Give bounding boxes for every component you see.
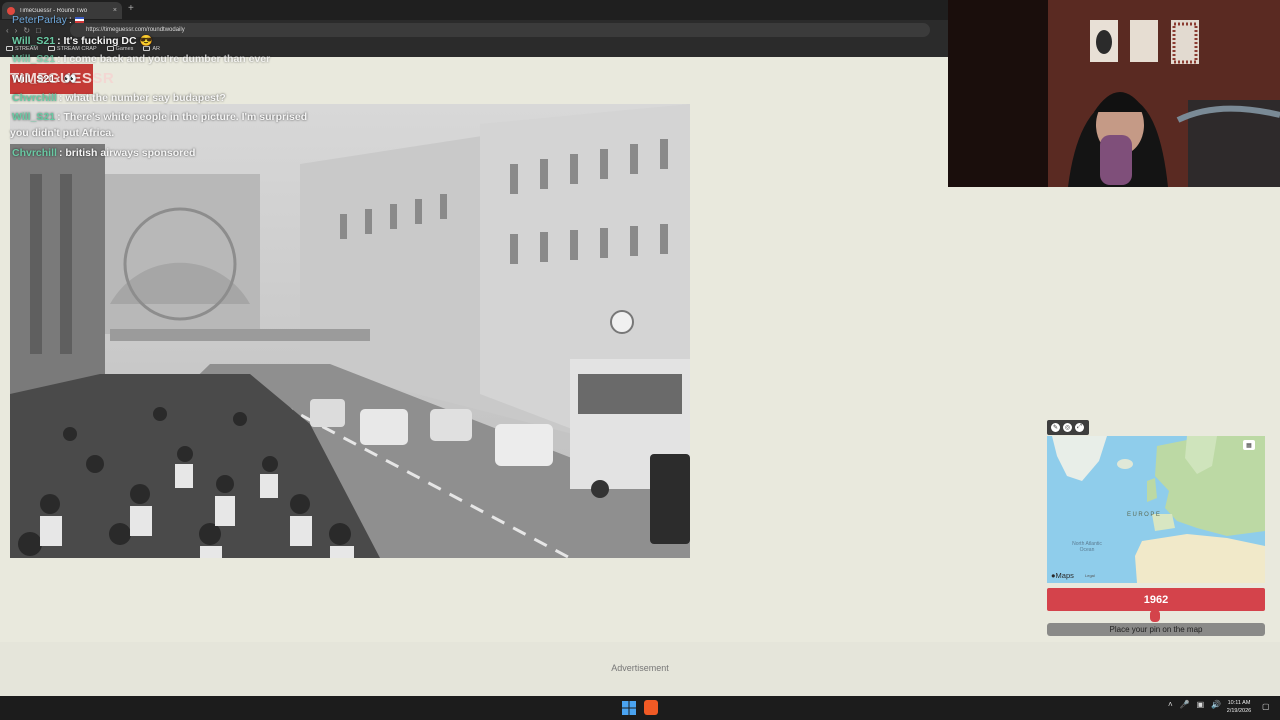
chat-username: Will_S21 xyxy=(12,111,56,123)
maps-brand: ●Maps xyxy=(1051,571,1074,580)
display-icon[interactable]: ▣ xyxy=(1197,700,1205,709)
maps-brand-label: Maps xyxy=(1055,571,1074,580)
chat-message: Will_S21: I come back and you're dumber … xyxy=(12,53,270,65)
bookmark-label: AR xyxy=(152,45,161,52)
map-legal-link[interactable]: Legal xyxy=(1085,573,1095,578)
fullscreen-icon[interactable]: ⤢ xyxy=(1075,423,1084,432)
chat-text: : xyxy=(68,14,72,26)
chat-message: PeterParlay: xyxy=(12,14,84,26)
year-display: 1962 xyxy=(1047,588,1265,611)
clock-date: 2/19/2026 xyxy=(1226,708,1252,714)
tab-close-icon[interactable]: × xyxy=(113,7,117,14)
chat-username: PeterParlay xyxy=(12,14,67,26)
target-icon[interactable]: ◎ xyxy=(1063,423,1072,432)
round-photo xyxy=(10,104,690,558)
chat-username: Chvrchill xyxy=(12,147,57,159)
chat-text: : 👀 xyxy=(57,73,77,85)
chat-username: Will_S21 xyxy=(12,53,56,65)
os-taskbar xyxy=(0,696,1280,720)
map-toolbar: ✎ ◎ ⤢ xyxy=(1047,420,1089,435)
chat-username: Chvrchill xyxy=(12,92,57,104)
ad-label: Advertisement xyxy=(611,663,669,673)
chevron-up-icon[interactable]: ˄ xyxy=(1168,700,1173,709)
map-region-label: EUROPE xyxy=(1127,512,1162,518)
chat-message: you didn't put Africa. xyxy=(10,127,114,139)
chat-message: Will_S21: 👀 xyxy=(12,72,77,85)
chat-text: : british airways sponsored xyxy=(58,147,196,159)
browser-tabbar: TimeGuessr - Round Two × + xyxy=(0,0,948,20)
chat-message: Chvrchill: what the number say budapest? xyxy=(12,92,226,104)
chat-text: : what the number say budapest? xyxy=(58,92,226,104)
map-ocean-label: North Atlantic Ocean xyxy=(1072,541,1102,553)
place-pin-button[interactable]: Place your pin on the map xyxy=(1047,623,1265,636)
chat-text: you didn't put Africa. xyxy=(10,127,115,139)
brave-browser-icon[interactable] xyxy=(644,700,658,715)
chat-message: Will_S21: There's white people in the pi… xyxy=(12,111,307,123)
back-icon[interactable]: ‹ xyxy=(6,26,9,35)
chat-text: : There's white people in the picture. I… xyxy=(57,111,308,123)
clock-time: 10:11 AM xyxy=(1227,700,1251,706)
taskbar-clock[interactable]: 10:11 AM 2/19/2026 xyxy=(1223,699,1255,715)
chat-text: : I come back and you're dumber than eve… xyxy=(57,53,271,65)
volume-icon[interactable]: 🔊 xyxy=(1211,700,1221,709)
webcam-feed xyxy=(948,0,1280,187)
url-field[interactable]: https://timeguessr.com/roundtwodaily xyxy=(70,23,930,37)
chat-username: Will_S21 xyxy=(12,35,56,47)
flag-icon xyxy=(74,17,84,24)
windows-start-icon[interactable] xyxy=(622,701,636,715)
year-slider-thumb[interactable] xyxy=(1150,610,1160,622)
system-tray: ˄ 🎤 ▣ 🔊 xyxy=(1168,700,1221,709)
chat-message: Chvrchill: british airways sponsored xyxy=(12,147,195,159)
chat-message: Will_S21: It's fucking DC 😎 xyxy=(12,34,153,47)
chat-username: Will_S21 xyxy=(12,73,56,85)
layers-icon[interactable]: ▦ xyxy=(1243,440,1255,450)
new-tab-button[interactable]: + xyxy=(128,3,134,14)
chat-text: : It's fucking DC 😎 xyxy=(57,35,153,47)
tab-title: TimeGuessr - Round Two xyxy=(19,7,88,14)
guess-map[interactable] xyxy=(1047,436,1265,583)
microphone-icon[interactable]: 🎤 xyxy=(1180,700,1190,709)
edit-icon[interactable]: ✎ xyxy=(1051,423,1060,432)
notification-icon[interactable]: ▢ xyxy=(1262,702,1270,711)
